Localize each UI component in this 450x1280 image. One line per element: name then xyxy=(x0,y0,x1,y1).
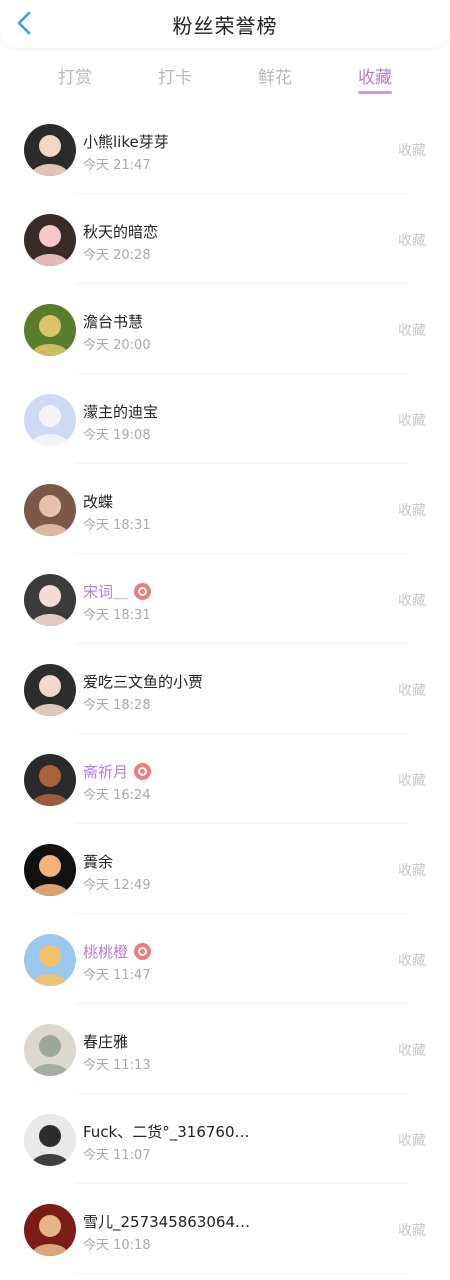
timestamp: 今天 10:18 xyxy=(83,1238,151,1253)
list-item[interactable]: 桃桃橙今天 11:47 收藏 xyxy=(0,914,450,1004)
list-item[interactable]: 爱吃三文鱼的小贾 今天 18:28 收藏 xyxy=(0,644,450,734)
name-line: 春庄雅 xyxy=(83,1031,128,1052)
collect-button[interactable]: 收藏 xyxy=(398,410,426,430)
username: 小熊like芽芽 xyxy=(83,133,169,151)
timestamp: 今天 18:31 xyxy=(83,608,151,623)
list-item[interactable]: 秋天的暗恋今天 20:28 收藏 xyxy=(0,194,450,284)
avatar[interactable] xyxy=(24,664,76,716)
fans-list: 小熊like芽芽 今天 21:47 收藏 秋天的暗恋 今天 20:28 收藏 澹台书慧 今天 … xyxy=(0,104,450,1274)
timestamp: 今天 16:24 xyxy=(83,788,151,803)
avatar[interactable] xyxy=(24,214,76,266)
tab-label: 鲜花 xyxy=(258,68,292,88)
top-bar: 粉丝荣誉榜 xyxy=(0,0,450,48)
avatar[interactable] xyxy=(24,1204,76,1256)
tab-bar: 打赏 打卡 鲜花 收藏 xyxy=(0,58,450,102)
timestamp: 今天 18:28 xyxy=(83,698,151,713)
collect-button[interactable]: 收藏 xyxy=(398,590,426,610)
timestamp: 今天 20:28 xyxy=(83,248,151,263)
tab-0[interactable]: 打赏 xyxy=(35,63,115,88)
avatar[interactable] xyxy=(24,124,76,176)
list-item[interactable]: 雪儿_25734586306410... 今天 10:18 收藏 xyxy=(0,1184,450,1274)
avatar[interactable] xyxy=(24,304,76,356)
tab-label: 打赏 xyxy=(58,68,92,88)
collect-button[interactable]: 收藏 xyxy=(398,950,426,970)
avatar[interactable] xyxy=(24,934,76,986)
collect-button[interactable]: 收藏 xyxy=(398,500,426,520)
username: 春庄雅 xyxy=(83,1033,129,1051)
name-line: Fuck、二货°_316760651 xyxy=(83,1121,258,1142)
name-line: 爱吃三文鱼的小贾 xyxy=(83,671,203,692)
username: 秋天的暗恋 xyxy=(83,223,159,241)
name-line: 澹台书慧 xyxy=(83,311,143,332)
tab-label: 打卡 xyxy=(158,68,192,88)
collect-button[interactable]: 收藏 xyxy=(398,1220,426,1240)
list-item[interactable]: 改蝶今天 18:31 收藏 xyxy=(0,464,450,554)
name-line: 改蝶 xyxy=(83,491,113,512)
page: 粉丝荣誉榜 打赏 打卡 鲜花 收藏 小熊like芽芽 今天 21:47 收藏 秋天的暗恋 今天… xyxy=(0,0,450,1280)
collect-button[interactable]: 收藏 xyxy=(398,770,426,790)
list-item[interactable]: Fuck、二货°_316760651 今天 11:07 收藏 xyxy=(0,1094,450,1184)
username: 蕢余 xyxy=(83,853,114,871)
name-line: 雪儿_25734586306410... xyxy=(83,1211,258,1232)
timestamp: 今天 11:47 xyxy=(83,968,151,983)
username: 濛主的迪宝 xyxy=(83,403,159,421)
list-item[interactable]: 蕢余今天 12:49 收藏 xyxy=(0,824,450,914)
timestamp: 今天 19:08 xyxy=(83,428,151,443)
collect-button[interactable]: 收藏 xyxy=(398,860,426,880)
name-line: 秋天的暗恋 xyxy=(83,221,158,242)
list-item[interactable]: 春庄雅今天 11:13 收藏 xyxy=(0,1004,450,1094)
avatar[interactable] xyxy=(24,754,76,806)
name-line: 濛主的迪宝 xyxy=(83,401,158,422)
collect-button[interactable]: 收藏 xyxy=(398,680,426,700)
name-line: 斋祈月 xyxy=(83,761,152,782)
avatar[interactable] xyxy=(24,844,76,896)
collect-button[interactable]: 收藏 xyxy=(398,140,426,160)
username: 宋词＿ xyxy=(83,583,129,601)
list-item[interactable]: 澹台书慧今天 20:00 收藏 xyxy=(0,284,450,374)
tab-2[interactable]: 鲜花 xyxy=(235,63,315,88)
tab-1[interactable]: 打卡 xyxy=(135,63,215,88)
list-item[interactable]: 斋祈月今天 16:24 收藏 xyxy=(0,734,450,824)
avatar[interactable] xyxy=(24,1024,76,1076)
timestamp: 今天 12:49 xyxy=(83,878,151,893)
active-tab-indicator xyxy=(358,91,392,94)
username: Fuck、二货°_316760651 xyxy=(83,1123,258,1141)
username: 爱吃三文鱼的小贾 xyxy=(83,673,204,691)
page-title: 粉丝荣誉榜 xyxy=(172,14,278,38)
avatar[interactable] xyxy=(24,394,76,446)
name-line: 桃桃橙 xyxy=(83,941,152,962)
tab-label: 收藏 xyxy=(358,68,392,88)
username: 斋祈月 xyxy=(83,763,129,781)
timestamp: 今天 21:47 xyxy=(83,158,151,173)
timestamp: 今天 11:13 xyxy=(83,1058,151,1073)
collect-button[interactable]: 收藏 xyxy=(398,1040,426,1060)
username: 澹台书慧 xyxy=(83,313,144,331)
vip-badge-icon xyxy=(134,583,152,600)
collect-button[interactable]: 收藏 xyxy=(398,320,426,340)
collect-button[interactable]: 收藏 xyxy=(398,230,426,250)
avatar[interactable] xyxy=(24,574,76,626)
timestamp: 今天 18:31 xyxy=(83,518,151,533)
name-line: 宋词＿ xyxy=(83,581,152,602)
vip-badge-icon xyxy=(134,763,152,780)
vip-badge-icon xyxy=(134,943,152,960)
list-item[interactable]: 宋词＿ 今天 18:31 收藏 xyxy=(0,554,450,644)
avatar[interactable] xyxy=(24,484,76,536)
timestamp: 今天 11:07 xyxy=(83,1148,151,1163)
name-line: 小熊like芽芽 xyxy=(83,131,169,152)
collect-button[interactable]: 收藏 xyxy=(398,1130,426,1150)
list-item[interactable]: 濛主的迪宝今天 19:08 收藏 xyxy=(0,374,450,464)
name-line: 蕢余 xyxy=(83,851,113,872)
username: 桃桃橙 xyxy=(83,943,129,961)
username: 改蝶 xyxy=(83,493,114,511)
list-item[interactable]: 小熊like芽芽 今天 21:47 收藏 xyxy=(0,104,450,194)
avatar[interactable] xyxy=(24,1114,76,1166)
tab-3[interactable]: 收藏 xyxy=(335,63,415,94)
divider xyxy=(76,1273,408,1274)
timestamp: 今天 20:00 xyxy=(83,338,151,353)
username: 雪儿_25734586306410... xyxy=(83,1213,258,1231)
